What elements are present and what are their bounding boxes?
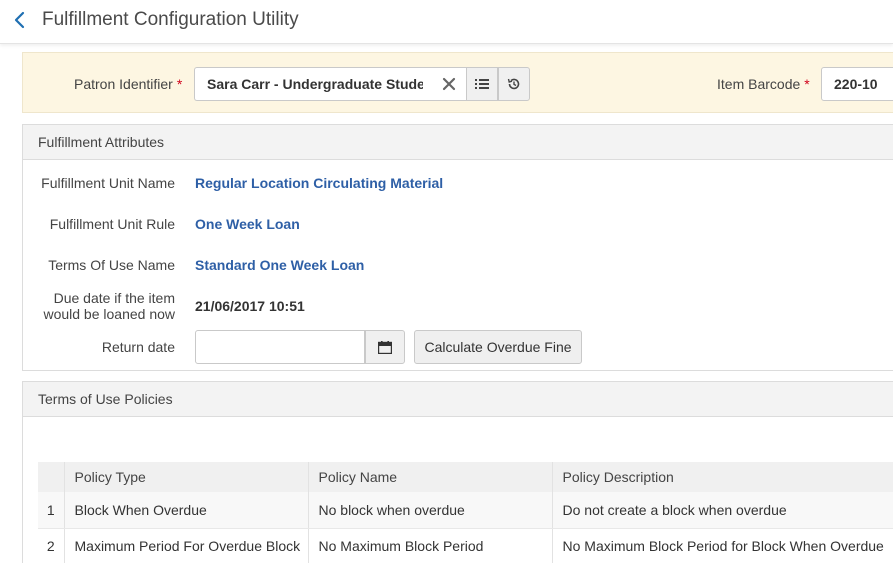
policy-name-cell: No block when overdue (307, 492, 552, 529)
clear-patron-button[interactable] (440, 75, 458, 98)
table-header-row: Policy Type Policy Name Policy Descripti… (38, 462, 893, 492)
patron-list-button[interactable] (466, 67, 498, 101)
patron-bar: Patron Identifier * Sara Carr - Undergrad… (22, 52, 893, 113)
item-barcode-label-text: Item Barcode (717, 76, 801, 92)
page-header: Fulfillment Configuration Utility (0, 0, 893, 44)
unit-rule-label: Fulfillment Unit Rule (49, 216, 175, 232)
due-date-label: Due date if the item would be loaned now (23, 290, 175, 322)
fulfillment-attributes-header: Fulfillment Attributes (23, 125, 893, 160)
policy-description-cell: Do not create a block when overdue (551, 492, 893, 529)
policy-type-header[interactable]: Policy Type (63, 462, 308, 492)
return-date-label: Return date (101, 339, 175, 355)
required-mark: * (176, 76, 183, 92)
policy-description-cell: No Maximum Block Period for Block When O… (551, 528, 893, 563)
due-date-label-line1: Due date if the item (53, 290, 175, 306)
return-date-calendar-button[interactable] (365, 330, 405, 364)
patron-identifier-label: Patron Identifier * (74, 75, 182, 93)
patron-identifier-value: Sara Carr - Undergraduate Student (207, 76, 423, 92)
row-number-header (38, 462, 64, 492)
calculate-overdue-fine-button[interactable]: Calculate Overdue Fine (414, 330, 582, 364)
list-icon (475, 79, 489, 89)
due-date-label-line2: would be loaned now (43, 306, 175, 322)
policies-table: Policy Type Policy Name Policy Descripti… (38, 462, 893, 563)
row-number: 1 (38, 492, 64, 529)
terms-of-use-label: Terms Of Use Name (48, 257, 175, 273)
chevron-left-icon (14, 11, 25, 29)
unit-name-label: Fulfillment Unit Name (41, 175, 175, 191)
row-number: 2 (38, 528, 64, 563)
terms-of-use-policies-section: Terms of Use Policies Policy Type Policy… (22, 381, 893, 563)
patron-history-button[interactable] (498, 67, 530, 101)
item-barcode-input[interactable]: 220-10 (821, 67, 893, 101)
table-row[interactable]: 1 Block When Overdue No block when overd… (38, 492, 893, 529)
terms-of-use-policies-header: Terms of Use Policies (23, 382, 893, 417)
policy-type-cell: Maximum Period For Overdue Block (63, 528, 308, 563)
clear-icon (442, 77, 456, 91)
policy-name-header[interactable]: Policy Name (307, 462, 552, 492)
calendar-icon (378, 340, 392, 354)
policy-description-header[interactable]: Policy Description (551, 462, 893, 492)
back-button[interactable] (10, 8, 30, 32)
policy-type-cell: Block When Overdue (63, 492, 308, 529)
unit-rule-link[interactable]: One Week Loan (195, 216, 300, 232)
required-mark: * (804, 76, 810, 92)
unit-name-link[interactable]: Regular Location Circulating Material (195, 175, 443, 191)
terms-of-use-link[interactable]: Standard One Week Loan (195, 257, 364, 273)
due-date-value: 21/06/2017 10:51 (195, 298, 305, 314)
table-row[interactable]: 2 Maximum Period For Overdue Block No Ma… (38, 528, 893, 563)
patron-identifier-label-text: Patron Identifier (74, 76, 173, 92)
item-barcode-value: 220-10 (834, 76, 878, 92)
fulfillment-attributes-section: Fulfillment Attributes Fulfillment Unit … (22, 124, 893, 371)
history-icon (507, 78, 520, 90)
return-date-input[interactable] (195, 330, 365, 364)
patron-identifier-input[interactable]: Sara Carr - Undergraduate Student (194, 67, 466, 101)
page-title: Fulfillment Configuration Utility (42, 9, 299, 30)
policy-name-cell: No Maximum Block Period (307, 528, 552, 563)
item-barcode-label: Item Barcode * (717, 75, 810, 93)
